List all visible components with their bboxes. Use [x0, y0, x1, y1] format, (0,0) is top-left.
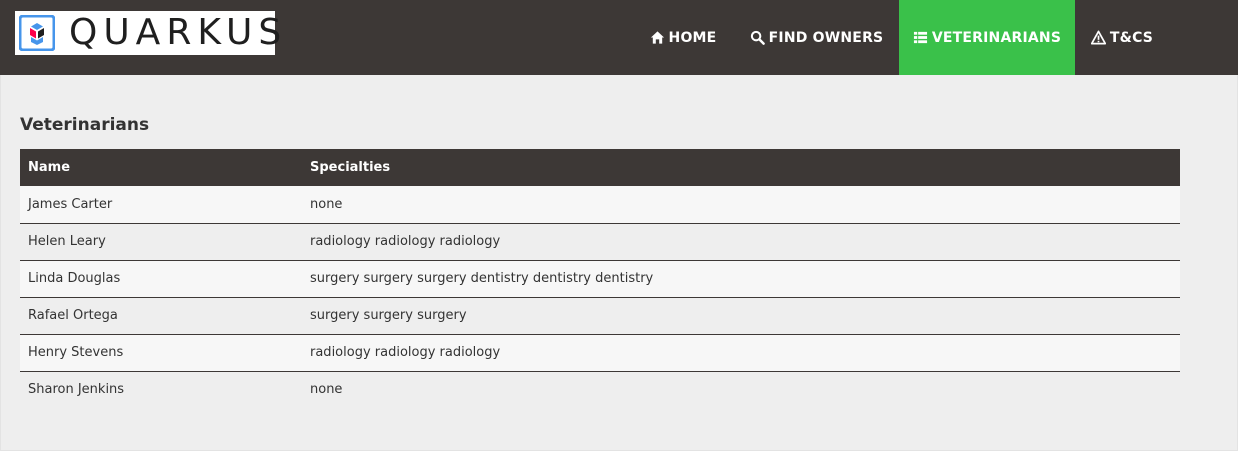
nav-terms-label: T&CS	[1109, 29, 1154, 46]
column-header-specialties: Specialties	[302, 149, 1180, 186]
brand-logo-link[interactable]: QUARKUS	[15, 11, 281, 55]
nav-veterinarians-label: VETERINARIANS	[931, 29, 1062, 46]
vet-specialties: radiology radiology radiology	[302, 334, 1180, 372]
table-header-row: Name Specialties	[20, 149, 1180, 186]
column-header-name: Name	[20, 149, 302, 186]
nav-terms[interactable]: T&CS	[1083, 0, 1161, 75]
vet-specialties: none	[302, 186, 1180, 224]
vet-specialties: surgery surgery surgery dentistry dentis…	[302, 260, 1180, 298]
vet-name: Henry Stevens	[20, 334, 302, 372]
home-icon	[650, 31, 664, 44]
list-icon	[913, 31, 927, 44]
warning-icon	[1090, 30, 1106, 45]
vet-name: Helen Leary	[20, 223, 302, 261]
vet-name: Sharon Jenkins	[20, 371, 302, 408]
page-title: Veterinarians	[20, 115, 150, 135]
nav-home[interactable]: HOME	[640, 0, 726, 75]
table-row: Rafael Ortega surgery surgery surgery	[20, 297, 1180, 335]
table-row: Henry Stevens radiology radiology radiol…	[20, 334, 1180, 372]
table-row: Helen Leary radiology radiology radiolog…	[20, 223, 1180, 261]
vet-specialties: radiology radiology radiology	[302, 223, 1180, 261]
brand-name: QUARKUS	[69, 12, 288, 53]
vet-specialties: surgery surgery surgery	[302, 297, 1180, 335]
nav-find-owners-label: FIND OWNERS	[768, 29, 884, 46]
search-icon	[750, 30, 765, 45]
nav-veterinarians[interactable]: VETERINARIANS	[899, 0, 1075, 75]
vet-name: Rafael Ortega	[20, 297, 302, 335]
vet-name: James Carter	[20, 186, 302, 224]
veterinarians-table: Name Specialties James Carter none Helen…	[20, 149, 1180, 408]
table-row: James Carter none	[20, 186, 1180, 224]
quarkus-logo-icon	[19, 15, 55, 51]
nav-find-owners[interactable]: FIND OWNERS	[744, 0, 889, 75]
vet-name: Linda Douglas	[20, 260, 302, 298]
table-row: Linda Douglas surgery surgery surgery de…	[20, 260, 1180, 298]
nav-home-label: HOME	[668, 29, 717, 46]
vet-specialties: none	[302, 371, 1180, 408]
top-navbar: QUARKUS HOME FIND OWNERS VETERINARIANS T…	[0, 0, 1238, 75]
table-row: Sharon Jenkins none	[20, 371, 1180, 408]
